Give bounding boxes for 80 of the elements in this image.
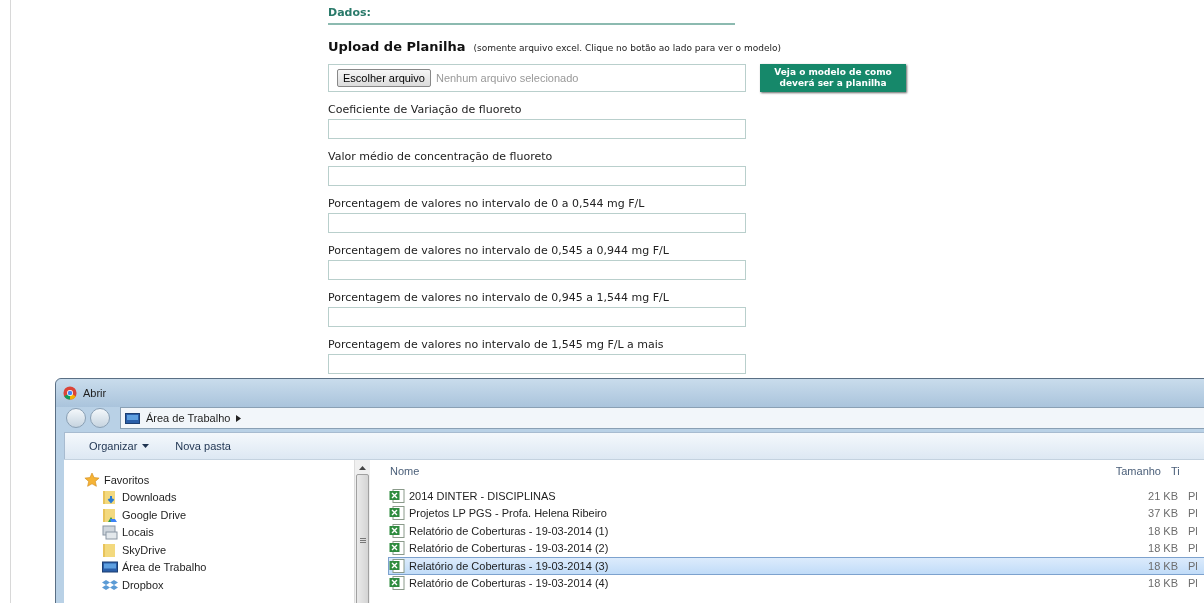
desktop-icon	[125, 412, 140, 424]
window-title: Abrir	[83, 387, 107, 399]
file-type: Pl	[1188, 507, 1198, 520]
file-type: Pl	[1188, 559, 1198, 572]
upload-title: Upload de Planilha	[328, 39, 466, 54]
file-size: 21 KB	[1148, 489, 1178, 502]
forward-button[interactable]	[90, 408, 110, 428]
column-header[interactable]: Nome	[390, 465, 420, 477]
file-row[interactable]: 2014 DINTER - DISCIPLINAS 21 KB Pl	[388, 487, 1204, 505]
file-size: 18 KB	[1148, 559, 1178, 572]
file-type: Pl	[1188, 577, 1198, 590]
browser-logo-icon	[63, 386, 77, 400]
file-row[interactable]: Relatório de Coberturas - 19-03-2014 (4) 18 KB Pl	[388, 574, 1204, 592]
field-label: Porcentagem de valores no intervalo de 1,545 mg F/L a mais	[328, 338, 665, 353]
column-header[interactable]: Ti	[1171, 465, 1180, 477]
spreadsheet-file-icon	[389, 506, 405, 521]
input-field[interactable]	[328, 307, 746, 327]
scrollbar[interactable]	[354, 460, 370, 603]
file-size: 37 KB	[1148, 507, 1178, 520]
file-name: Relatório de Coberturas - 19-03-2014 (1)	[409, 524, 609, 537]
sidebar-item[interactable]: Área de Trabalho	[122, 561, 207, 574]
file-type: Pl	[1188, 524, 1198, 537]
toolbar-button[interactable]: Nova pasta	[175, 440, 231, 452]
input-field[interactable]	[328, 260, 746, 280]
scroll-up-icon[interactable]	[359, 466, 366, 470]
computer-icon	[102, 524, 118, 541]
field-label: Porcentagem de valores no intervalo de 0 a 0,544 mg F/L	[328, 197, 646, 212]
sidebar-item[interactable]: Downloads	[122, 491, 177, 504]
file-type: Pl	[1188, 542, 1198, 555]
file-size: 18 KB	[1148, 577, 1178, 590]
address-bar[interactable]: Área de Trabalho	[120, 407, 1204, 429]
spreadsheet-file-icon	[389, 523, 405, 538]
file-name: Relatório de Coberturas - 19-03-2014 (4)	[409, 577, 609, 590]
file-name: Relatório de Coberturas - 19-03-2014 (2)	[409, 542, 609, 555]
star-icon	[84, 471, 100, 488]
section-title: Dados:	[328, 0, 735, 25]
field-label: Valor médio de concentração de fluoreto	[328, 150, 554, 165]
spreadsheet-file-icon	[389, 558, 405, 573]
choose-file-button[interactable]: Escolher arquivo	[337, 69, 431, 87]
field-label: Coeficiente de Variação de fluoreto	[328, 103, 523, 118]
input-field[interactable]	[328, 213, 746, 233]
file-row[interactable]: Relatório de Coberturas - 19-03-2014 (1) 18 KB Pl	[388, 522, 1204, 540]
spreadsheet-file-icon	[389, 541, 405, 556]
chevron-right-icon[interactable]	[236, 414, 242, 422]
file-row[interactable]: Relatório de Coberturas - 19-03-2014 (3) 18 KB Pl	[388, 557, 1204, 575]
folder-icon	[102, 541, 118, 558]
toolbar-button[interactable]: Organizar	[89, 440, 150, 452]
field-label: Porcentagem de valores no intervalo de 0,945 a 1,544 mg F/L	[328, 291, 670, 306]
desktop-icon	[102, 559, 118, 576]
template-button[interactable]: Veja o modelo de como deverá ser a planilha	[760, 64, 906, 92]
input-field[interactable]	[328, 166, 746, 186]
column-header[interactable]: Tamanho	[1115, 465, 1161, 477]
file-size: 18 KB	[1148, 524, 1178, 537]
sidebar-group[interactable]: Favoritos	[104, 473, 150, 486]
file-name: Projetos LP PGS - Profa. Helena Ribeiro	[409, 507, 607, 520]
upload-hint: (somente arquivo excel. Clique no botão ao lado para ver o modelo)	[473, 43, 781, 53]
sidebar-item[interactable]: Dropbox	[122, 578, 164, 591]
file-row[interactable]: Projetos LP PGS - Profa. Helena Ribeiro 37 KB Pl	[388, 504, 1204, 522]
spreadsheet-file-icon	[389, 488, 405, 503]
sidebar-item[interactable]: Locais	[122, 526, 154, 539]
sidebar-item[interactable]: Google Drive	[122, 508, 187, 521]
file-input[interactable]: Escolher arquivo Nenhum arquivo selecionado	[328, 64, 746, 92]
file-status: Nenhum arquivo selecionado	[435, 72, 579, 84]
file-row[interactable]: Relatório de Coberturas - 19-03-2014 (2) 18 KB Pl	[388, 539, 1204, 557]
breadcrumb[interactable]: Área de Trabalho	[146, 412, 231, 424]
file-size: 18 KB	[1148, 542, 1178, 555]
back-button[interactable]	[66, 408, 86, 428]
grip-icon	[359, 537, 366, 543]
file-name: 2014 DINTER - DISCIPLINAS	[409, 489, 556, 502]
drive-folder-icon	[102, 506, 118, 523]
caret-icon	[142, 444, 150, 448]
input-field[interactable]	[328, 119, 746, 139]
file-name: Relatório de Coberturas - 19-03-2014 (3)	[409, 559, 609, 572]
file-type: Pl	[1188, 489, 1198, 502]
scroll-thumb[interactable]	[356, 474, 369, 603]
sidebar-item[interactable]: SkyDrive	[122, 543, 166, 556]
download-folder-icon	[102, 489, 118, 506]
input-field[interactable]	[328, 354, 746, 374]
field-label: Porcentagem de valores no intervalo de 0,545 a 0,944 mg F/L	[328, 244, 670, 259]
spreadsheet-file-icon	[389, 576, 405, 591]
